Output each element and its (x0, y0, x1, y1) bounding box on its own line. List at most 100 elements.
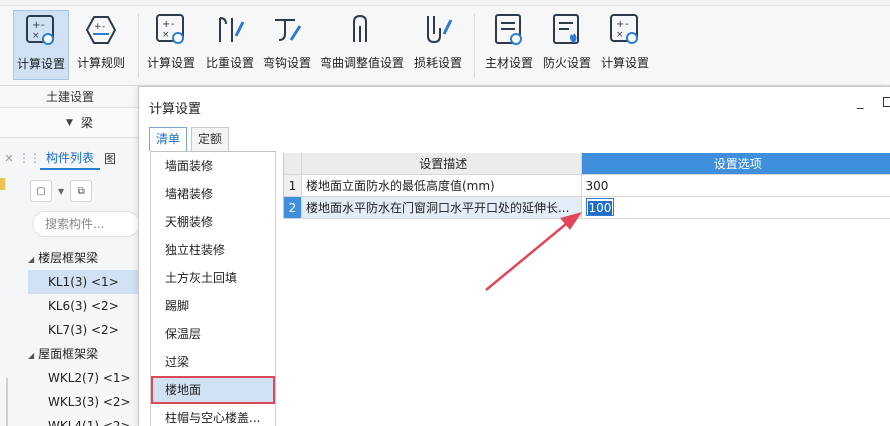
ribbon-btn-bend-adjust[interactable]: 弯曲调整值设置 (318, 10, 406, 80)
category-list: 墙面装修 墙裙装修 天棚装修 独立柱装修 土方灰土回填 踢脚 保温层 过梁 楼地… (150, 151, 276, 426)
chevron-down-icon: ▼ (66, 117, 73, 128)
category-item[interactable]: 踢脚 (151, 292, 275, 320)
calc-settings-dialog: 计算设置 _ 清单 定额 墙面装修 墙裙装修 天棚装修 独立柱装修 土方灰土回填… (138, 86, 890, 426)
svg-text:-: - (102, 22, 105, 32)
tree-group[interactable]: ◢ 楼层框架梁 (28, 246, 140, 270)
ribbon-btn-loss-settings[interactable]: 损耗设置 (410, 10, 466, 80)
ribbon-btn-label: 弯钩设置 (262, 56, 311, 70)
ribbon-separator (138, 14, 139, 78)
tree-item[interactable]: WKL2(7) <1> (28, 366, 140, 390)
drag-grip-icon[interactable]: ⋮⋮ (18, 151, 41, 165)
row-index: 1 (284, 175, 302, 196)
category-item[interactable]: 土方灰土回填 (151, 264, 275, 292)
svg-text:×: × (616, 30, 624, 40)
component-panel: ▼ 梁 ✕ ⋮⋮ 构件列表 图 ▢ ▼ ⧉ ◢楼层框架梁 KL1(3) <1> … (0, 108, 140, 426)
search-input[interactable] (45, 217, 135, 231)
header-option: 设置选项 (581, 153, 890, 174)
svg-text:+: + (162, 19, 170, 30)
category-item[interactable]: 墙面装修 (151, 152, 275, 180)
ribbon-btn-label: 弯曲调整值设置 (319, 56, 404, 70)
ribbon-btn-label: 计算设置 (16, 57, 65, 71)
row-description: 楼地面水平防水在门窗洞口水平开口处的延伸长... (301, 197, 582, 218)
ribbon-btn-label: 计算设置 (600, 56, 649, 70)
row-index: 2 (284, 197, 302, 218)
copy-icon[interactable]: ⧉ (70, 180, 93, 202)
svg-text:+: + (32, 20, 40, 31)
close-icon[interactable]: ✕ (0, 152, 18, 165)
ribbon-btn-calc-settings-active[interactable]: + - × 计算设置 (13, 10, 69, 80)
svg-text:+: + (616, 19, 624, 30)
panel-tabbar: ✕ ⋮⋮ 构件列表 图 (0, 146, 140, 170)
panel-toolbar: ▢ ▼ ⧉ (30, 178, 140, 204)
tree-item[interactable]: KL1(3) <1> (28, 270, 140, 294)
bend-adjust-icon (353, 14, 367, 42)
calc-rules-icon: + - (85, 16, 117, 44)
hook-settings-icon (275, 19, 302, 41)
category-item-selected[interactable]: 楼地面 (151, 376, 275, 404)
panel-scrollbar[interactable] (6, 378, 8, 426)
tab-drawing[interactable]: 图 (104, 150, 116, 167)
ribbon-btn-calc-rules[interactable]: + - 计算规则 (74, 10, 128, 80)
table-row-selected[interactable]: 2 楼地面水平防水在门窗洞口水平开口处的延伸长... 100 (284, 197, 890, 219)
ribbon-btn-main-material[interactable]: 主材设置 (482, 10, 536, 80)
ribbon-btn-label: 计算设置 (146, 56, 195, 70)
tab-bill[interactable]: 清单 (149, 127, 188, 151)
tree-group-label: 楼层框架梁 (38, 251, 99, 265)
ribbon-separator (474, 14, 475, 78)
category-item[interactable]: 天棚装修 (151, 208, 275, 236)
category-item[interactable]: 过梁 (151, 348, 275, 376)
value-edit-input[interactable]: 100 (585, 198, 615, 216)
tree-item[interactable]: WKL3(3) <2> (28, 390, 140, 414)
dialog-title: 计算设置 (149, 102, 202, 117)
category-item[interactable]: 墙裙装修 (151, 180, 275, 208)
edit-value-text: 100 (587, 201, 613, 215)
ribbon-btn-fire-settings[interactable]: 防火设置 (540, 10, 594, 80)
tree-group[interactable]: ◢ 屋面框架梁 (28, 342, 140, 366)
tree-item[interactable]: KL6(3) <2> (28, 294, 140, 318)
svg-text:-: - (171, 19, 175, 30)
svg-text:×: × (32, 31, 40, 41)
expand-triangle-icon[interactable]: ◢ (28, 255, 34, 264)
svg-text:-: - (41, 20, 45, 31)
tab-component-list[interactable]: 构件列表 (40, 147, 101, 170)
component-tree: ◢ 楼层框架梁 KL1(3) <1> KL6(3) <2> KL7(3) <2> … (28, 246, 140, 426)
loss-settings-icon (427, 16, 453, 44)
tree-group-label: 屋面框架梁 (38, 347, 99, 361)
category-item[interactable]: 独立柱装修 (151, 236, 275, 264)
ribbon-group-label: 土建设置 (0, 86, 140, 108)
tree-item[interactable]: WKL4(1) <2> (28, 414, 140, 426)
ribbon-btn-label: 比重设置 (205, 56, 254, 70)
calc-settings-icon: + - × (610, 14, 638, 44)
component-search[interactable] (32, 211, 140, 237)
svg-text:-: - (625, 19, 629, 30)
expand-triangle-icon[interactable]: ◢ (28, 351, 34, 360)
tree-item[interactable]: KL7(3) <2> (28, 318, 140, 342)
settings-table: 设置描述 设置选项 1 楼地面立面防水的最低高度值(mm) 300 2 楼地面水… (283, 153, 890, 219)
new-component-icon[interactable]: ▢ (30, 180, 52, 202)
row-value-cell[interactable]: 100 (582, 197, 890, 218)
component-type-dropdown[interactable]: ▼ 梁 (0, 108, 140, 138)
header-description: 设置描述 (301, 153, 582, 174)
table-row[interactable]: 1 楼地面立面防水的最低高度值(mm) 300 (284, 175, 890, 197)
ribbon-btn-calc-settings-rebar[interactable]: + - × 计算设置 (144, 10, 198, 80)
dropdown-value: 梁 (80, 116, 93, 130)
weight-settings-icon (219, 17, 245, 42)
svg-text:+: + (94, 22, 102, 32)
ribbon-btn-weight-settings[interactable]: 比重设置 (203, 10, 257, 80)
tab-quota[interactable]: 定额 (191, 127, 230, 151)
ribbon-btn-hook-settings[interactable]: 弯钩设置 (260, 10, 314, 80)
row-value-cell[interactable]: 300 (582, 175, 890, 196)
maximize-icon[interactable] (883, 97, 890, 107)
ribbon-btn-calc-settings-decor[interactable]: + - × 计算设置 (598, 10, 652, 80)
calc-settings-icon: + - × (156, 14, 184, 44)
table-header-row: 设置描述 设置选项 (284, 153, 890, 175)
chevron-down-icon[interactable]: ▼ (58, 187, 64, 196)
ribbon-btn-label: 计算规则 (76, 56, 125, 70)
category-item[interactable]: 保温层 (151, 320, 275, 348)
header-index (284, 153, 302, 174)
category-item[interactable]: 柱帽与空心楼盖... (151, 404, 275, 426)
svg-text:×: × (162, 30, 170, 40)
minimize-icon[interactable]: _ (857, 95, 864, 110)
ribbon-toolbar: + - × 计算设置 + - 计算规则 + - × 计算设置 比重设置 弯钩设置… (0, 6, 890, 86)
status-marker (0, 178, 5, 190)
